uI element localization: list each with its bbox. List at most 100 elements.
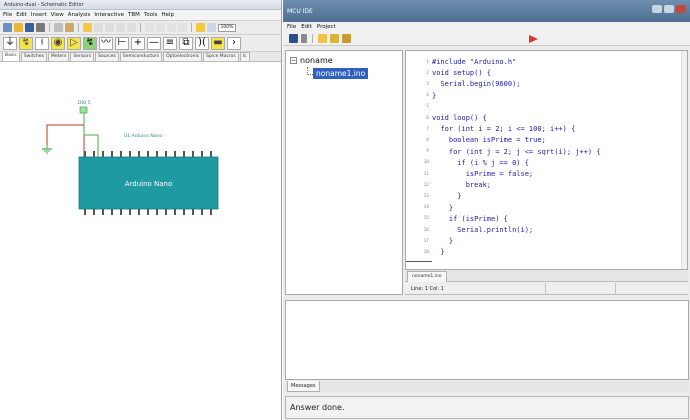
chip-pin[interactable] bbox=[165, 209, 167, 215]
copy-icon[interactable] bbox=[54, 23, 63, 32]
chip-pin[interactable] bbox=[174, 151, 176, 157]
chip-pin[interactable] bbox=[84, 151, 86, 157]
chip-pin[interactable] bbox=[201, 209, 203, 215]
inductor-symbol-icon[interactable]: ≡ bbox=[163, 36, 177, 50]
switch-symbol-icon[interactable]: ⊢ bbox=[115, 36, 129, 50]
tab-ic[interactable]: Ic bbox=[239, 52, 250, 61]
chip-pin[interactable] bbox=[93, 209, 95, 215]
chip-pin[interactable] bbox=[102, 209, 104, 215]
chip-pin[interactable] bbox=[138, 151, 140, 157]
collapse-icon[interactable]: − bbox=[290, 57, 297, 64]
compile-run-icon[interactable] bbox=[529, 35, 538, 43]
tab-sensors[interactable]: Sensors bbox=[70, 52, 95, 61]
chip-pin[interactable] bbox=[147, 209, 149, 215]
wire-tool-icon[interactable] bbox=[94, 23, 103, 32]
chip-pin[interactable] bbox=[192, 151, 194, 157]
chip-pin[interactable] bbox=[210, 151, 212, 157]
zoom-icon[interactable] bbox=[207, 23, 216, 32]
save-icon[interactable] bbox=[25, 23, 34, 32]
messages-tab[interactable]: Messages bbox=[287, 381, 320, 392]
chip-pin[interactable] bbox=[210, 209, 212, 215]
menu-help[interactable]: Help bbox=[161, 12, 174, 18]
chip-pin[interactable] bbox=[129, 151, 131, 157]
chip-pin[interactable] bbox=[111, 151, 113, 157]
diode-symbol-icon[interactable]: ▷ bbox=[67, 36, 81, 50]
menu-file[interactable]: File bbox=[3, 12, 12, 18]
chip-pin[interactable] bbox=[174, 209, 176, 215]
chip-pin[interactable] bbox=[84, 209, 86, 215]
wire-symbol-icon[interactable]: — bbox=[147, 36, 161, 50]
menu-edit[interactable]: Edit bbox=[16, 12, 27, 18]
more-symbol-icon[interactable]: › bbox=[227, 36, 241, 50]
add-file-icon[interactable] bbox=[330, 34, 339, 43]
text-tool-icon[interactable] bbox=[105, 23, 114, 32]
component-icon[interactable] bbox=[196, 23, 205, 32]
tab-meters[interactable]: Meters bbox=[47, 52, 70, 61]
chip-pin[interactable] bbox=[156, 151, 158, 157]
arduino-nano-chip[interactable]: Arduino Nano bbox=[78, 151, 219, 215]
chip-pin[interactable] bbox=[102, 151, 104, 157]
chip-pin[interactable] bbox=[183, 209, 185, 215]
schematic-canvas[interactable]: DIO 5 U1 Arduino Nano Arduino Nano bbox=[0, 73, 281, 420]
zoom-level-field[interactable]: 100% bbox=[218, 23, 236, 32]
tab-spice-macros[interactable]: Spice Macros bbox=[203, 52, 239, 61]
green-wire[interactable] bbox=[83, 113, 99, 157]
editor-scrollbar[interactable] bbox=[681, 51, 687, 269]
chip-pin[interactable] bbox=[120, 209, 122, 215]
tab-switches[interactable]: Switches bbox=[20, 52, 47, 61]
tree-file-item[interactable]: noname1.ino bbox=[313, 68, 369, 79]
chip-pin[interactable] bbox=[111, 209, 113, 215]
chip-pin[interactable] bbox=[129, 209, 131, 215]
new-project-icon[interactable] bbox=[318, 34, 327, 43]
resistor-symbol-icon[interactable]: 〰 bbox=[99, 36, 113, 50]
menu-tools[interactable]: Tools bbox=[144, 12, 158, 18]
battery-symbol-icon[interactable]: ↯ bbox=[19, 36, 33, 50]
ground-symbol-icon[interactable]: ⏚ bbox=[3, 36, 17, 50]
save-icon[interactable] bbox=[289, 34, 298, 43]
edit-pencil-icon[interactable] bbox=[301, 34, 307, 43]
print-icon[interactable] bbox=[36, 23, 45, 32]
menu-interactive[interactable]: Interactive bbox=[94, 12, 124, 18]
messages-panel[interactable] bbox=[285, 300, 689, 380]
rotate-icon[interactable] bbox=[127, 23, 136, 32]
ground-symbol[interactable] bbox=[42, 145, 52, 154]
transformer-symbol-icon[interactable]: ⧉ bbox=[179, 36, 193, 50]
select-arrow-icon[interactable] bbox=[83, 23, 92, 32]
paste-icon[interactable] bbox=[65, 23, 74, 32]
undo-icon[interactable] bbox=[145, 23, 154, 32]
source-symbol-icon[interactable]: ↯ bbox=[83, 36, 97, 50]
chip-pin[interactable] bbox=[120, 151, 122, 157]
redo-icon[interactable] bbox=[156, 23, 165, 32]
tab-sources[interactable]: Sources bbox=[95, 52, 119, 61]
ide-menu-project[interactable]: Project bbox=[317, 24, 336, 30]
minimize-icon[interactable] bbox=[652, 5, 662, 13]
chip-pin[interactable] bbox=[138, 209, 140, 215]
tab-basic[interactable]: Basic bbox=[2, 52, 20, 61]
tab-semiconductors[interactable]: Semiconductors bbox=[119, 52, 163, 61]
ide-menu-edit[interactable]: Edit bbox=[301, 24, 312, 30]
mirror-icon[interactable] bbox=[167, 23, 176, 32]
menu-view[interactable]: View bbox=[51, 12, 64, 18]
line-tool-icon[interactable] bbox=[116, 23, 125, 32]
chip-pin[interactable] bbox=[165, 151, 167, 157]
relay-symbol-icon[interactable]: )( bbox=[195, 36, 209, 50]
dio-switch[interactable] bbox=[79, 106, 88, 114]
new-file-icon[interactable] bbox=[3, 23, 12, 32]
capacitor-symbol-icon[interactable]: ⫮ bbox=[35, 36, 49, 50]
menu-tbm[interactable]: TBM bbox=[128, 12, 140, 18]
flip-icon[interactable] bbox=[178, 23, 187, 32]
open-folder-icon[interactable] bbox=[14, 23, 23, 32]
close-icon[interactable] bbox=[676, 5, 686, 13]
meter-symbol-icon[interactable]: ▬ bbox=[211, 36, 225, 50]
maximize-icon[interactable] bbox=[664, 5, 674, 13]
red-wire[interactable] bbox=[46, 124, 85, 157]
chip-pin[interactable] bbox=[156, 209, 158, 215]
ide-menu-file[interactable]: File bbox=[287, 24, 296, 30]
tree-root-node[interactable]: − noname bbox=[290, 56, 333, 65]
menu-analysis[interactable]: Analysis bbox=[68, 12, 91, 18]
tab-optoelectronic[interactable]: Optoelectronic bbox=[163, 52, 203, 61]
chip-pin[interactable] bbox=[93, 151, 95, 157]
junction-symbol-icon[interactable]: + bbox=[131, 36, 145, 50]
lamp-symbol-icon[interactable]: ◉ bbox=[51, 36, 65, 50]
chip-pin[interactable] bbox=[201, 151, 203, 157]
